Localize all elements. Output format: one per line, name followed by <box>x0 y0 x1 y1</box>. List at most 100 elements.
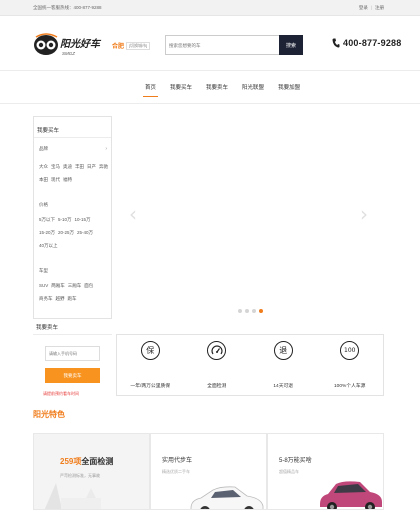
main-nav: 首页 我要买车 我要卖车 阳光联盟 我要加盟 <box>138 83 307 97</box>
type-option[interactable]: 跑车 <box>68 296 77 302</box>
sell-car-button[interactable]: 我要卖车 <box>45 368 100 383</box>
city-selector[interactable]: 合肥 [切换城市] <box>112 41 151 50</box>
feature-inspection: 全面检测 <box>184 335 251 395</box>
top-bar: 全国统一客服热线：400-877-9288 登录 | 注册 <box>0 0 420 16</box>
site-logo[interactable]: 阳光好车 SMGZ <box>33 31 105 59</box>
logo-text: 阳光好车 <box>60 38 102 50</box>
city-name: 合肥 <box>112 44 125 50</box>
carousel-next-icon[interactable]: › <box>360 202 368 226</box>
nav-sell-car[interactable]: 我要卖车 <box>199 83 235 97</box>
feature-warranty: 保 一年/两万公里质保 <box>117 335 184 395</box>
banner-carousel: ‹ › <box>113 116 384 326</box>
price-option[interactable]: 20-25万 <box>58 230 74 236</box>
account-links: 登录 | 注册 <box>359 5 384 11</box>
hundred-percent-icon: 100 <box>340 341 360 360</box>
nav-divider <box>0 103 420 104</box>
card-sub: 超值精品车 <box>279 469 299 474</box>
type-option[interactable]: 商务车 <box>39 296 53 302</box>
card-title: 5-8万能买啥 <box>279 458 312 464</box>
card-inspection[interactable]: 259项全面检测 严苛检测标准，无事故 <box>33 433 150 510</box>
card-sub: 精选优质二手车 <box>162 469 190 474</box>
nav-buy-car[interactable]: 我要买车 <box>163 83 199 97</box>
sell-phone-input[interactable] <box>45 346 100 361</box>
search-input[interactable] <box>165 35 279 55</box>
sell-note: 请提前预约看车时间 <box>43 391 79 396</box>
service-features: 保 一年/两万公里质保 全面检测 退 14天可退 100 100%个人车源 <box>116 334 384 396</box>
filter-divider <box>34 137 111 138</box>
brand-option[interactable]: 现代 <box>51 177 60 183</box>
search-button[interactable]: 搜索 <box>279 35 303 55</box>
type-options: SUV 两厢车 三厢车 面包 商务车 越野 跑车 <box>39 283 109 302</box>
brand-option[interactable]: 奥迪 <box>63 164 72 170</box>
type-option[interactable]: 两厢车 <box>51 283 65 289</box>
section-title: 阳光特色 <box>33 410 65 419</box>
filter-title: 我要买车 <box>37 128 60 134</box>
type-label: 车型 <box>39 268 48 273</box>
brand-option[interactable]: 丰田 <box>75 164 84 170</box>
sell-car-box: 我要卖车 我要卖车 请提前预约看车时间 <box>33 319 112 399</box>
brand-options: 大众 宝马 奥迪 丰田 日产 奔驰 本田 现代 福特 <box>39 164 109 183</box>
feature-label: 一年/两万公里质保 <box>130 384 171 389</box>
white-car-image <box>190 486 264 509</box>
brand-option[interactable]: 宝马 <box>51 164 60 170</box>
link-separator: | <box>370 5 372 10</box>
feature-label: 100%个人车源 <box>334 384 366 389</box>
carousel-dots <box>238 309 263 313</box>
chevron-right-icon[interactable]: › <box>105 146 107 152</box>
nav-franchise[interactable]: 我要加盟 <box>271 83 307 97</box>
nav-home[interactable]: 首页 <box>138 83 163 97</box>
warranty-icon: 保 <box>140 341 160 360</box>
card-budget-car[interactable]: 5-8万能买啥 超值精品车 <box>267 433 384 510</box>
inspection-illustration <box>44 483 102 509</box>
type-option[interactable]: 面包 <box>84 283 93 289</box>
pink-car-image <box>320 481 382 509</box>
price-option[interactable]: 10-15万 <box>75 217 91 223</box>
feature-refund: 退 14天可退 <box>250 335 317 395</box>
logo-car-face-icon: 阳光好车 SMGZ <box>34 33 102 56</box>
city-switch-link[interactable]: [切换城市] <box>126 41 151 50</box>
gauge-icon <box>207 341 227 360</box>
buy-car-filter: 我要买车 品牌 › 大众 宝马 奥迪 丰田 日产 奔驰 本田 现代 福特 价格 … <box>33 116 112 319</box>
register-link[interactable]: 注册 <box>375 5 384 11</box>
brand-option[interactable]: 本田 <box>39 177 48 183</box>
price-option[interactable]: 40万以上 <box>39 243 58 249</box>
price-option[interactable]: 5万以下 <box>39 217 55 223</box>
brand-option[interactable]: 日产 <box>87 164 96 170</box>
card-title: 实用代步车 <box>162 458 193 464</box>
search-bar: 搜索 <box>165 35 303 55</box>
price-option[interactable]: 25-40万 <box>77 230 93 236</box>
feature-cards: 259项全面检测 严苛检测标准，无事故 实用代步车 精选优质二手车 5-8万能买… <box>33 433 384 510</box>
price-options: 5万以下 5-10万 10-15万 15-20万 20-25万 25-40万 4… <box>39 217 109 249</box>
phone-number: 400-877-9288 <box>343 38 402 48</box>
refund-icon: 退 <box>273 341 293 360</box>
feature-label: 全面检测 <box>207 384 227 389</box>
card-number: 259项 <box>60 457 82 466</box>
feature-personal-source: 100 100%个人车源 <box>317 335 384 395</box>
carousel-dot[interactable] <box>238 309 242 313</box>
phone-icon <box>332 38 340 48</box>
type-option[interactable]: SUV <box>39 283 48 289</box>
price-option[interactable]: 15-20万 <box>39 230 55 236</box>
brand-option[interactable]: 奔驰 <box>99 164 108 170</box>
header-divider <box>0 70 420 71</box>
sell-title: 我要卖车 <box>36 325 59 331</box>
nav-alliance[interactable]: 阳光联盟 <box>235 83 271 97</box>
carousel-dot-active[interactable] <box>259 309 263 313</box>
carousel-dot[interactable] <box>245 309 249 313</box>
type-option[interactable]: 三厢车 <box>68 283 82 289</box>
card-headline-text: 全面检测 <box>81 457 114 466</box>
header-phone: 400-877-9288 <box>332 38 401 48</box>
logo-sub: SMGZ <box>62 51 75 56</box>
price-option[interactable]: 5-10万 <box>58 217 72 223</box>
carousel-prev-icon[interactable]: ‹ <box>129 202 137 226</box>
sell-divider <box>33 334 112 335</box>
login-link[interactable]: 登录 <box>359 5 368 11</box>
brand-option[interactable]: 大众 <box>39 164 48 170</box>
hotline-text: 全国统一客服热线：400-877-9288 <box>33 5 102 10</box>
card-commuter-car[interactable]: 实用代步车 精选优质二手车 <box>150 433 267 510</box>
brand-option[interactable]: 福特 <box>63 177 72 183</box>
type-option[interactable]: 越野 <box>56 296 65 302</box>
feature-label: 14天可退 <box>273 384 294 389</box>
carousel-dot[interactable] <box>252 309 256 313</box>
card-headline: 259项全面检测 <box>60 456 113 467</box>
